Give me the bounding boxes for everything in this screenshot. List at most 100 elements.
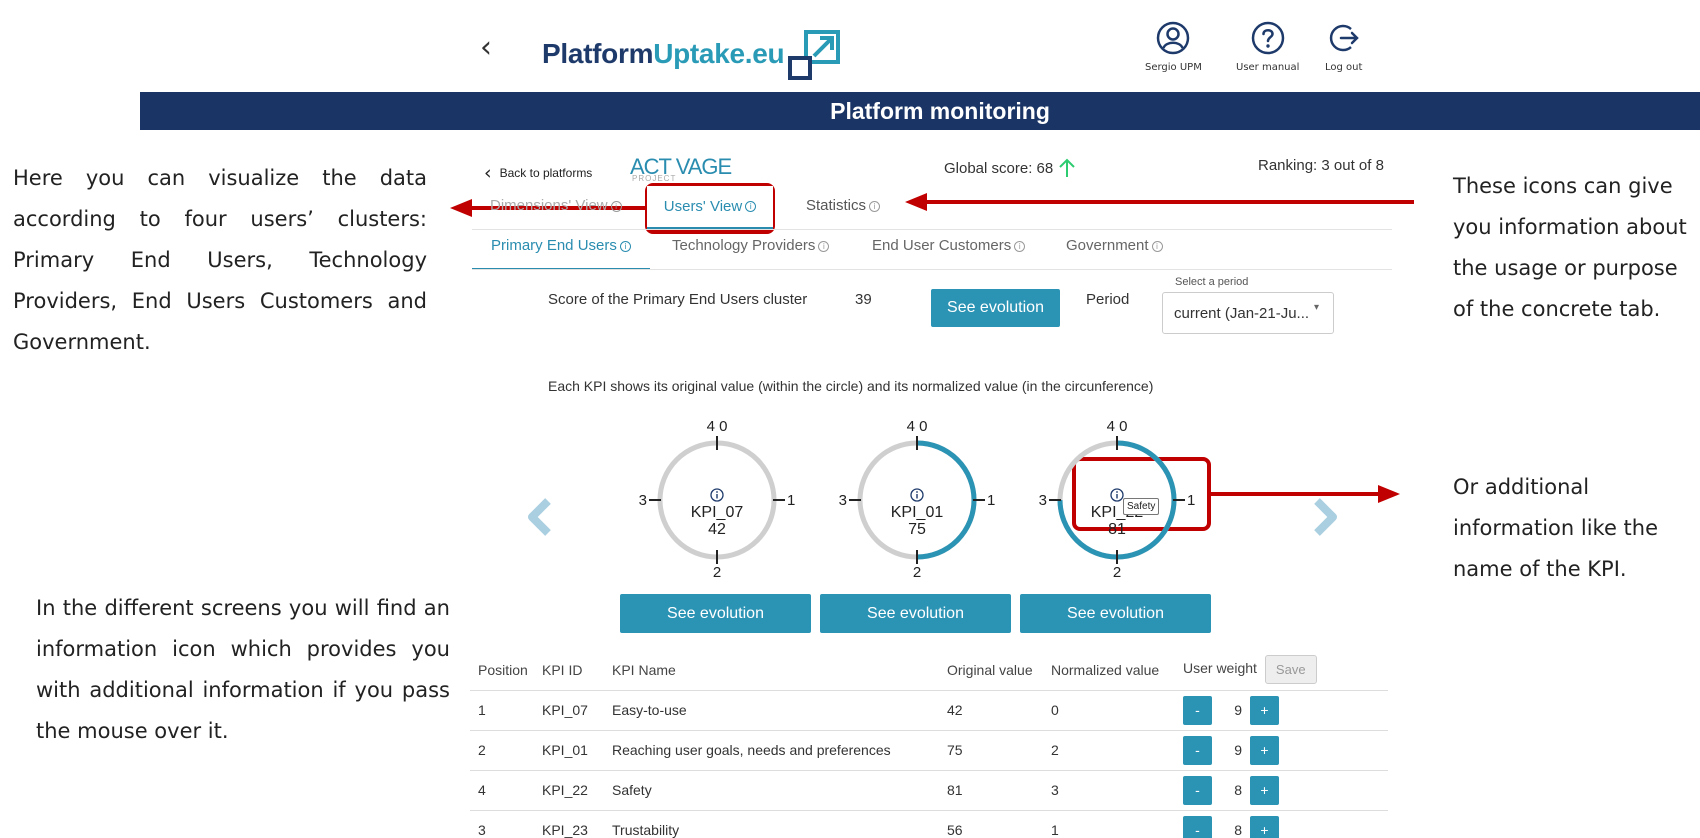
tab-statistics-label: Statistics bbox=[806, 197, 867, 214]
col-position: Position bbox=[470, 650, 542, 691]
tab-technology-providers[interactable]: Technology Providers i bbox=[672, 237, 830, 254]
weight-increase-button[interactable]: + bbox=[1250, 775, 1279, 805]
table-row: 3 KPI_23 Trustability 56 1 - 8 + bbox=[470, 810, 1388, 838]
cell-kpi-id: KPI_01 bbox=[542, 730, 612, 771]
info-icon[interactable]: i bbox=[818, 240, 830, 252]
cell-user-weight: - 8 + bbox=[1183, 810, 1388, 838]
cell-kpi-id: KPI_22 bbox=[542, 770, 612, 811]
period-select[interactable]: Select a period current (Jan-21-Ju... ▾ bbox=[1162, 276, 1334, 334]
kpi-dial-tick-label-bottom: 2 bbox=[1113, 564, 1121, 581]
table-row: 1 KPI_07 Easy-to-use 42 0- 9 + bbox=[470, 690, 1388, 731]
info-icon[interactable] bbox=[667, 488, 767, 502]
period-label: Period bbox=[1086, 291, 1130, 308]
cell-kpi-name: Reaching user goals, needs and preferenc… bbox=[612, 730, 947, 771]
cell-kpi-name: Easy-to-use bbox=[612, 690, 947, 731]
tab-government[interactable]: Government i bbox=[1066, 237, 1163, 254]
cell-user-weight: - 9 + bbox=[1183, 690, 1388, 731]
kpi-dial-tick-label-left: 3 bbox=[839, 492, 847, 509]
col-user-weight-label: User weight bbox=[1183, 660, 1257, 677]
see-evolution-kpi-2-button[interactable]: See evolution bbox=[820, 594, 1011, 633]
carousel-next-icon[interactable] bbox=[1311, 497, 1339, 537]
table-row: 4 KPI_22 Safety 81 3- 8 + bbox=[470, 770, 1388, 811]
cell-kpi-id: KPI_23 bbox=[542, 822, 588, 838]
tab-primary-end-users[interactable]: Primary End Users i bbox=[472, 230, 650, 270]
info-icon[interactable]: i bbox=[619, 240, 631, 252]
tab-technology-providers-label: Technology Providers bbox=[672, 237, 816, 254]
cell-original-value: 56 bbox=[947, 822, 963, 838]
info-icon[interactable] bbox=[867, 488, 967, 502]
kpi-dial-label-2[interactable]: KPI_01 75 bbox=[867, 488, 967, 538]
info-icon[interactable]: i bbox=[869, 200, 881, 212]
save-button[interactable]: Save bbox=[1264, 655, 1317, 685]
kpi-dial-label-1[interactable]: KPI_07 42 bbox=[667, 488, 767, 538]
kpi-dial-tick-label-top: 4 0 bbox=[707, 418, 728, 435]
cluster-tabs-divider bbox=[472, 269, 1392, 270]
carousel-prev-icon[interactable] bbox=[526, 497, 554, 537]
cell-kpi-name: Safety bbox=[612, 770, 947, 811]
cell-user-weight: - 8 + bbox=[1183, 770, 1388, 811]
col-kpi-id: KPI ID bbox=[542, 650, 612, 691]
see-evolution-score-button[interactable]: See evolution bbox=[931, 289, 1060, 327]
kpi-dial-value: 81 bbox=[1108, 521, 1126, 538]
tab-dimensions-view[interactable]: Dimensions' View i bbox=[490, 197, 622, 214]
back-to-platforms-label: Back to platforms bbox=[499, 166, 593, 180]
see-evolution-kpi-3-button[interactable]: See evolution bbox=[1020, 594, 1211, 633]
cell-position: 2 bbox=[470, 730, 542, 771]
tab-government-label: Government bbox=[1066, 237, 1149, 254]
cell-original-value: 42 bbox=[947, 690, 1051, 731]
col-original-value: Original value bbox=[947, 650, 1051, 691]
back-to-platforms-link[interactable]: ‹ Back to platforms bbox=[484, 162, 592, 184]
tab-users-label: Users' View bbox=[663, 198, 743, 215]
info-icon[interactable]: i bbox=[1014, 240, 1026, 252]
tab-dimensions-label: Dimensions' View bbox=[490, 197, 608, 214]
see-evolution-kpi-1-button[interactable]: See evolution bbox=[620, 594, 811, 633]
global-score-label: Global score: 68 bbox=[944, 159, 1054, 177]
arrow-up-icon bbox=[1059, 158, 1075, 177]
kpi-dial-tick-label-bottom: 2 bbox=[913, 564, 921, 581]
score-value: 39 bbox=[855, 291, 872, 308]
col-normalized-value: Normalized value bbox=[1051, 650, 1183, 691]
tab-statistics[interactable]: Statistics i bbox=[806, 197, 881, 214]
global-score: Global score: 68 bbox=[944, 157, 1076, 179]
chevron-left-icon: ‹ bbox=[484, 162, 492, 184]
weight-decrease-button[interactable]: - bbox=[1183, 735, 1212, 765]
weight-increase-button[interactable]: + bbox=[1250, 735, 1279, 765]
kpi-dial-tick-label-top: 4 0 bbox=[1107, 418, 1128, 435]
info-icon[interactable]: i bbox=[745, 201, 757, 212]
kpi-dial-value: 42 bbox=[708, 521, 726, 538]
kpi-dial-tick-label-right: 1 bbox=[1187, 492, 1195, 509]
weight-value: 8 bbox=[1234, 822, 1242, 838]
kpi-dial-value: 75 bbox=[908, 521, 926, 538]
cell-position: 3 bbox=[478, 822, 486, 838]
cell-position: 4 bbox=[470, 770, 542, 811]
cell-normalized-value: 1 bbox=[1051, 822, 1059, 838]
cell-original-value: 81 bbox=[947, 770, 1051, 811]
kpi-table-header: Position KPI ID KPI Name Original value … bbox=[470, 650, 1388, 691]
kpi-dial-id: KPI_07 bbox=[690, 504, 744, 521]
score-label: Score of the Primary End Users cluster bbox=[548, 291, 808, 308]
weight-increase-button[interactable]: + bbox=[1250, 695, 1279, 725]
weight-increase-button[interactable]: + bbox=[1250, 815, 1279, 838]
kpi-dial-tick-label-right: 1 bbox=[987, 492, 995, 509]
info-icon[interactable]: i bbox=[610, 200, 622, 212]
info-icon[interactable]: i bbox=[1151, 240, 1163, 252]
cell-kpi-name: Trustability bbox=[612, 822, 680, 838]
weight-decrease-button[interactable]: - bbox=[1183, 695, 1212, 725]
kpi-dial-id: KPI_01 bbox=[890, 504, 944, 521]
tab-users-view[interactable]: Users' View i bbox=[647, 186, 773, 230]
weight-value: 9 bbox=[1234, 742, 1242, 758]
cell-kpi-id: KPI_07 bbox=[542, 690, 612, 731]
tab-end-user-customers[interactable]: End User Customers i bbox=[872, 237, 1026, 254]
weight-decrease-button[interactable]: - bbox=[1183, 815, 1212, 838]
kpi-tooltip: Safety bbox=[1123, 498, 1160, 515]
col-user-weight: User weight Save bbox=[1183, 650, 1388, 691]
ranking-label: Ranking: 3 out of 8 bbox=[1258, 157, 1384, 174]
period-select-value: current (Jan-21-Ju... bbox=[1174, 305, 1310, 322]
period-select-hint: Select a period bbox=[1173, 276, 1251, 288]
weight-decrease-button[interactable]: - bbox=[1183, 775, 1212, 805]
activage-logo: ACT VAGE PROJECT bbox=[630, 154, 732, 183]
kpi-dial-tick-label-top: 4 0 bbox=[907, 418, 928, 435]
kpi-dial-tick-label-left: 3 bbox=[639, 492, 647, 509]
kpi-dial-tick-label-right: 1 bbox=[787, 492, 795, 509]
weight-value: 8 bbox=[1234, 782, 1242, 798]
